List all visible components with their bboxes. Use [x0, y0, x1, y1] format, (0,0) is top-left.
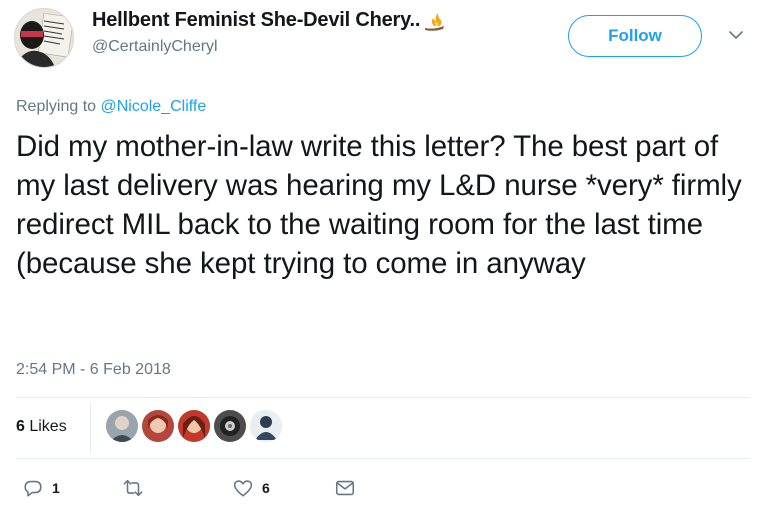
replying-to: Replying to @Nicole_Cliffe [16, 98, 206, 116]
tweet-timestamp[interactable]: 2:54 PM - 6 Feb 2018 [16, 361, 171, 379]
reply-icon [24, 480, 42, 497]
like-count: 6 [262, 480, 270, 496]
liker-avatar[interactable] [214, 410, 246, 442]
follow-button[interactable]: Follow [568, 15, 702, 57]
envelope-icon [335, 480, 355, 496]
retweet-action[interactable] [122, 477, 152, 499]
user-handle[interactable]: @CertainlyCheryl [92, 38, 218, 56]
heart-icon [233, 480, 253, 497]
liker-avatar[interactable] [142, 410, 174, 442]
chevron-down-icon[interactable] [728, 27, 744, 43]
reply-mention-link[interactable]: @Nicole_Cliffe [101, 98, 207, 115]
likes-label: Likes [24, 418, 67, 435]
liker-avatar[interactable] [178, 410, 210, 442]
divider [16, 397, 750, 398]
retweet-icon [123, 479, 143, 497]
liker-avatar[interactable] [106, 410, 138, 442]
display-name[interactable]: Hellbent Feminist She-Devil Chery.. [92, 9, 420, 32]
name-row: Hellbent Feminist She-Devil Chery.. [92, 9, 446, 32]
replying-to-prefix: Replying to [16, 98, 101, 115]
liker-avatar[interactable] [250, 410, 282, 442]
like-action[interactable]: 6 [232, 477, 270, 499]
tweet-text: Did my mother-in-law write this letter? … [16, 130, 742, 280]
likes-count[interactable]: 6 Likes [16, 418, 67, 436]
fire-emoji-icon [425, 12, 445, 31]
vertical-divider [90, 403, 91, 453]
liker-avatars [106, 410, 286, 442]
message-action[interactable] [334, 477, 356, 499]
likes-number: 6 [16, 418, 25, 435]
reply-count: 1 [52, 480, 60, 496]
reply-action[interactable]: 1 [22, 477, 60, 499]
divider [16, 458, 750, 459]
avatar[interactable] [14, 8, 74, 68]
avatar-image [15, 9, 73, 67]
